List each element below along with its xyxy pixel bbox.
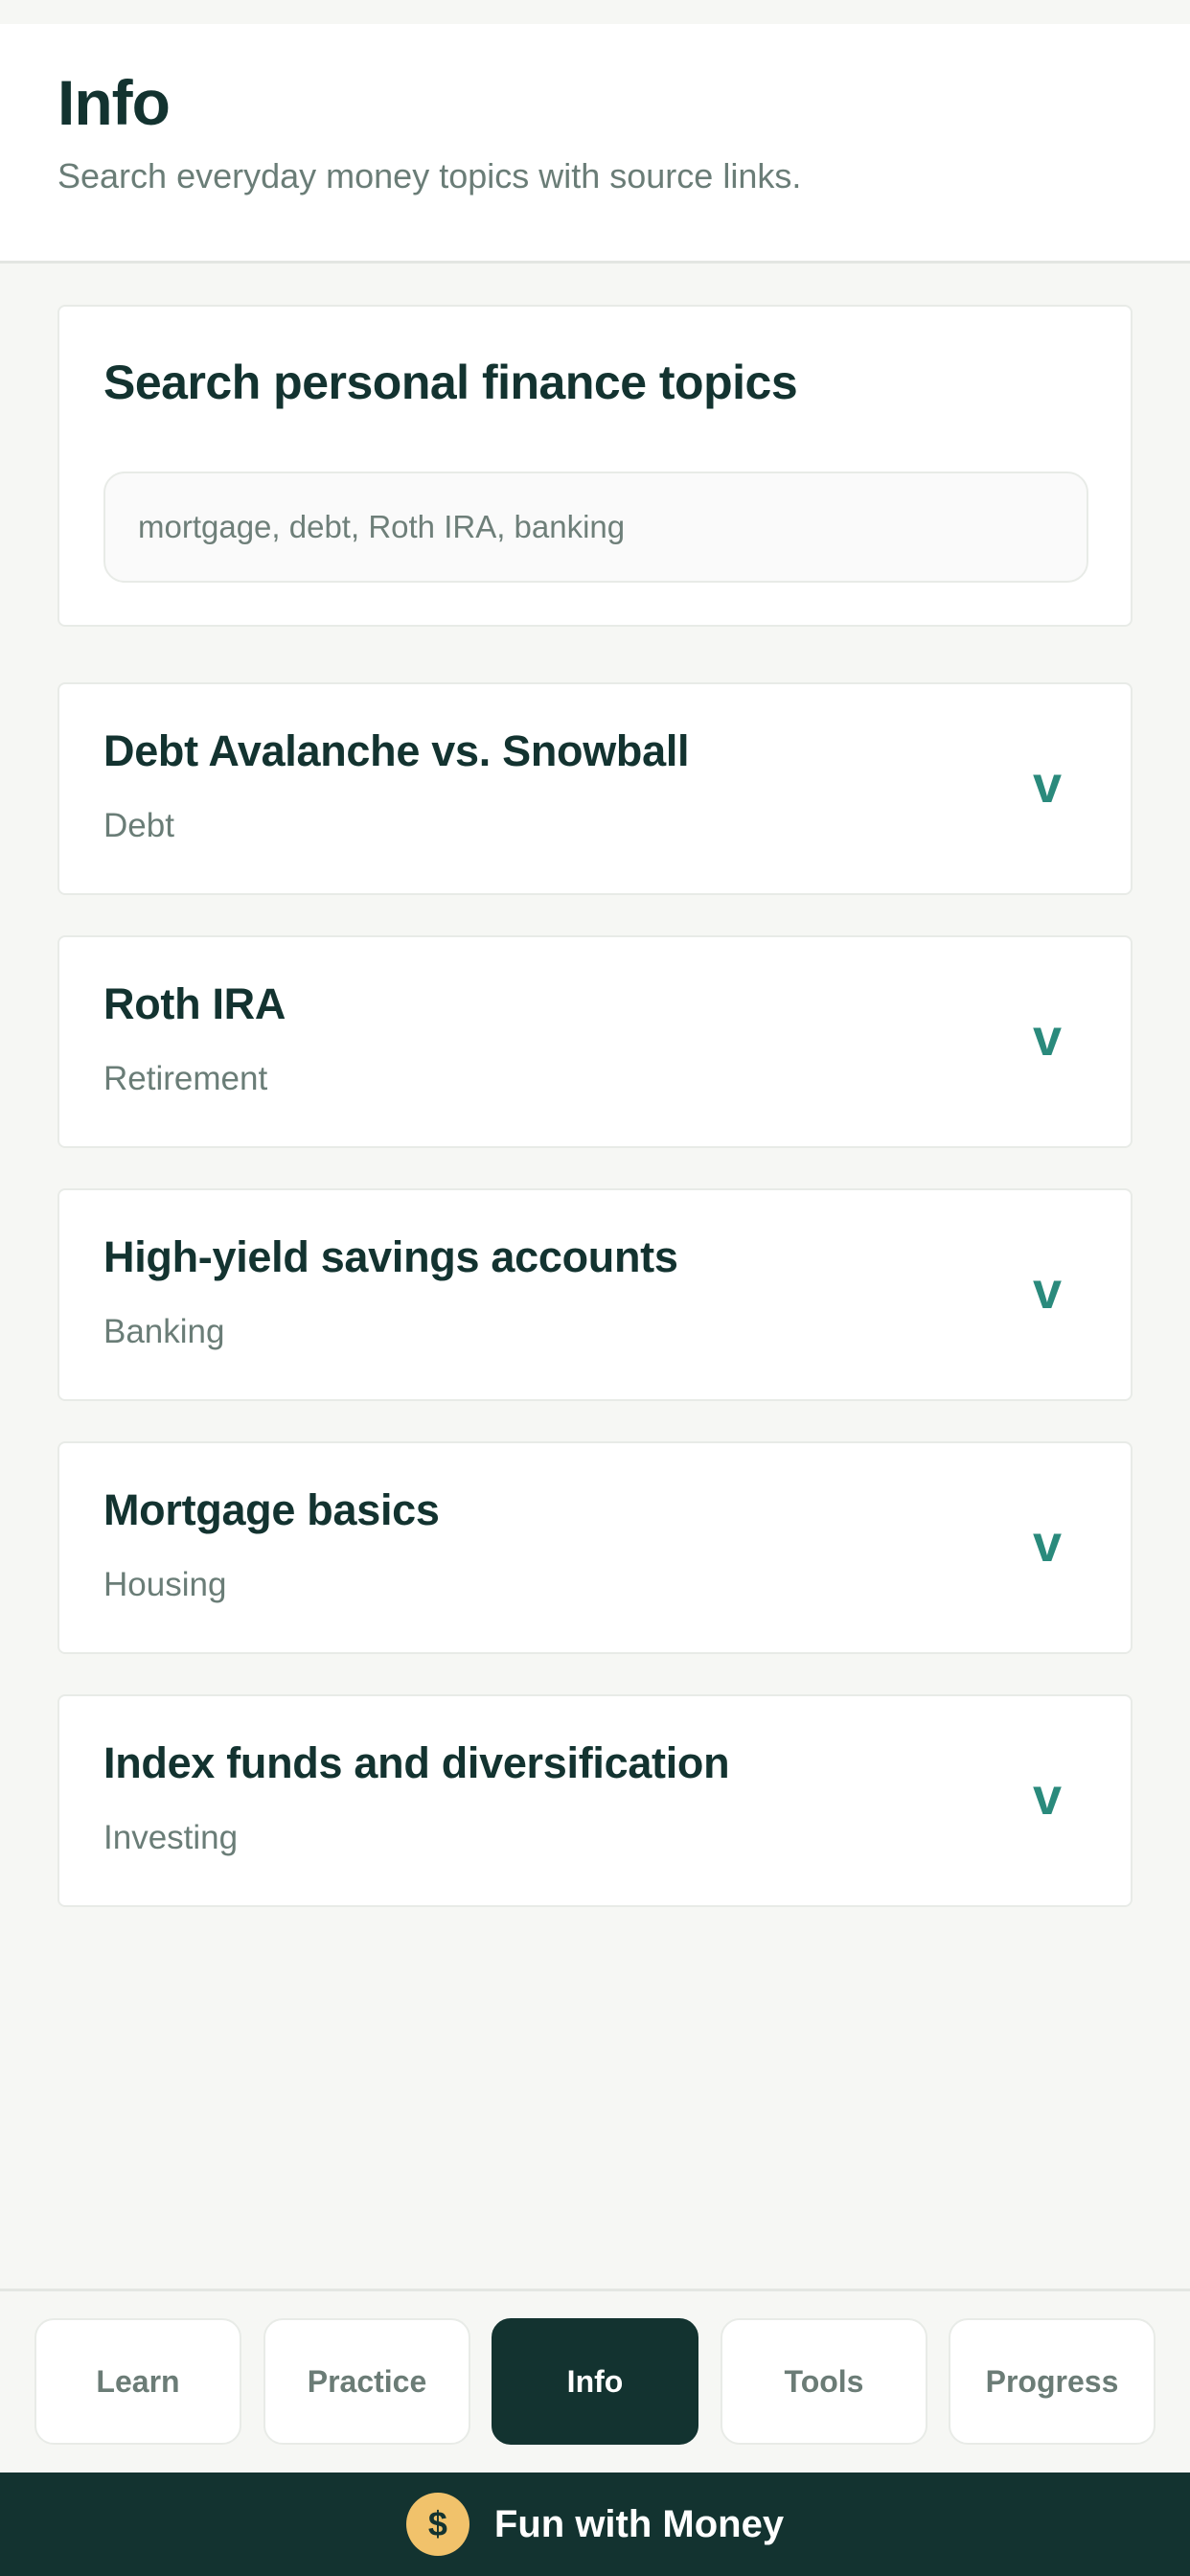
tab-info[interactable]: Info <box>492 2318 698 2445</box>
topic-category: Banking <box>103 1313 225 1350</box>
topic-category: Housing <box>103 1566 227 1603</box>
search-card: Search personal finance topics <box>57 305 1133 627</box>
tab-tools[interactable]: Tools <box>721 2318 927 2445</box>
topic-category: Retirement <box>103 1060 268 1097</box>
brand-name: Fun with Money <box>493 2502 785 2545</box>
topic-card-index-funds[interactable]: Index funds and diversification Investin… <box>57 1694 1133 1907</box>
chevron-down-icon[interactable]: v <box>1033 1514 1062 1574</box>
topic-card-mortgage[interactable]: Mortgage basics Housing v <box>57 1441 1133 1654</box>
topic-title: Mortgage basics <box>103 1485 440 1534</box>
tab-progress[interactable]: Progress <box>949 2318 1156 2445</box>
dollar-coin-icon: $ <box>405 2493 469 2556</box>
chevron-down-icon[interactable]: v <box>1033 1008 1062 1068</box>
info-screen: Info Search everyday money topics with s… <box>0 0 1190 2576</box>
tab-learn[interactable]: Learn <box>34 2318 241 2445</box>
chevron-down-icon[interactable]: v <box>1033 755 1062 815</box>
page-title: Info <box>57 67 171 138</box>
brand-footer: $ Fun with Money <box>0 2472 1190 2576</box>
topic-category: Debt <box>103 807 174 844</box>
search-input[interactable] <box>103 472 1088 583</box>
topic-title: Index funds and diversification <box>103 1738 730 1787</box>
topic-card-debt[interactable]: Debt Avalanche vs. Snowball Debt v <box>57 682 1133 895</box>
topic-title: High-yield savings accounts <box>103 1232 678 1281</box>
tab-practice[interactable]: Practice <box>263 2318 470 2445</box>
search-card-title: Search personal finance topics <box>103 356 798 409</box>
topic-title: Debt Avalanche vs. Snowball <box>103 726 690 775</box>
topic-card-roth-ira[interactable]: Roth IRA Retirement v <box>57 935 1133 1148</box>
page-subtitle: Search everyday money topics with source… <box>57 156 802 196</box>
chevron-down-icon[interactable]: v <box>1033 1767 1062 1827</box>
topic-card-savings[interactable]: High-yield savings accounts Banking v <box>57 1188 1133 1401</box>
status-strip <box>0 0 1190 24</box>
chevron-down-icon[interactable]: v <box>1033 1261 1062 1321</box>
bottom-nav: Learn Practice Info Tools Progress <box>0 2288 1190 2472</box>
page-header: Info Search everyday money topics with s… <box>0 24 1190 264</box>
topic-category: Investing <box>103 1819 239 1856</box>
topic-title: Roth IRA <box>103 979 286 1028</box>
